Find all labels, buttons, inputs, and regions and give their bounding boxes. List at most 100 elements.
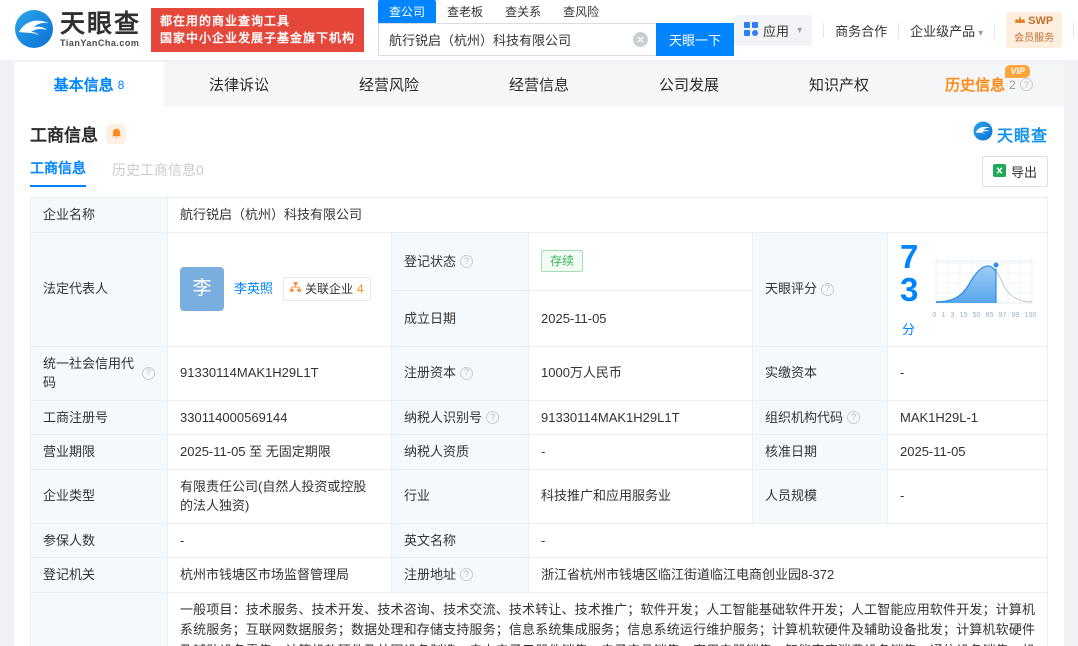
field-label: 组织机构代码? [752,399,888,435]
business-scope-value: 一般项目：技术服务、技术开发、技术咨询、技术交流、技术转让、技术推广；软件开发；… [167,591,1048,646]
registration-status-value: 存续 [528,231,753,292]
company-name-value: 航行锐启（杭州）科技有限公司 [167,197,1048,233]
approval-date-value: 2025-11-05 [887,434,1048,470]
table-row: 法定代表人 李 李英照 关联企业 4 登记状态? 存续 天眼评分? 73分 0 … [30,231,1048,347]
business-term-value: 2025-11-05 至 无固定期限 [167,434,392,470]
subscribe-bell-icon[interactable] [106,123,126,144]
field-label: 天眼评分? [752,231,888,347]
top-menu: 应用 ▾ 商务合作 企业级产品▾ SWP 会员服务 此处有... ▾ [734,11,1078,49]
field-label: 登记状态? [391,231,529,292]
field-label: 登记机关 [30,557,168,593]
score-value: 73分 [900,237,919,337]
excel-icon [992,163,1006,180]
tab-basic-info[interactable]: 基本信息 8 [14,62,164,107]
help-icon[interactable]: ? [142,366,155,380]
org-chart-icon [290,280,302,298]
taxpayer-id-value: 91330114MAK1H29L1T [528,399,753,435]
field-label: 工商注册号 [30,399,168,435]
logo-name: 天眼查 [60,10,142,38]
brand-slogan: 都在用的商业查询工具 国家中小企业发展子基金旗下机构 [151,7,365,53]
help-icon[interactable]: ? [847,410,861,424]
table-row: 参保人数 - 英文名称 - [30,522,1048,558]
taxpayer-qualification-value: - [528,434,753,470]
help-icon[interactable]: ? [460,254,474,268]
divider [994,22,996,38]
business-cooperation-link[interactable]: 商务合作 [835,21,887,40]
field-label: 法定代表人 [30,231,168,347]
search-tab-risk[interactable]: 查风险 [552,0,610,23]
org-code-value: MAK1H29L-1 [887,399,1048,435]
clear-search-icon[interactable] [633,32,649,47]
field-label: 核准日期 [752,434,888,470]
vip-badge: VIP [1005,65,1030,78]
field-label: 英文名称 [391,522,529,558]
help-icon[interactable]: ? [460,568,474,582]
apps-menu-button[interactable]: 应用 ▾ [734,14,813,46]
divider [898,22,900,38]
export-button[interactable]: 导出 [981,156,1048,187]
logo-domain: TianYanCha.com [60,38,140,48]
table-row: 工商注册号 330114000569144 纳税人识别号? 91330114MA… [30,399,1048,435]
company-section-tabs: 基本信息 8 法律诉讼 经营风险 经营信息 公司发展 知识产权 VIP 历史信息 2… [14,62,1064,107]
crown-icon [1015,15,1026,29]
paid-capital-value: - [887,345,1048,401]
field-label: 企业名称 [30,197,168,233]
tianyancha-wave-icon [14,9,54,52]
table-row: 统一社会信用代码? 91330114MAK1H29L1T 注册资本? 1000万… [30,345,1048,401]
tab-legal-litigation[interactable]: 法律诉讼 [164,62,314,107]
apps-label: 应用 [763,23,790,39]
legal-representative-cell: 李 李英照 关联企业 4 [167,231,392,347]
status-badge: 存续 [541,250,584,273]
registered-capital-value: 1000万人民币 [528,345,753,401]
search-tab-company[interactable]: 查公司 [378,0,437,23]
subtab-business-info[interactable]: 工商信息 [30,158,86,187]
tab-company-development[interactable]: 公司发展 [614,62,764,107]
divider [1073,22,1075,38]
field-label: 注册资本? [391,345,529,401]
help-icon[interactable]: ? [460,366,474,380]
field-label: 成立日期 [391,290,529,347]
field-label: 营业期限 [30,434,168,470]
tianyancha-logo[interactable]: 天眼查 TianYanCha.com [14,9,141,52]
field-label: 实缴资本 [752,345,888,401]
registered-address-value: 浙江省杭州市钱塘区临江街道临江电商创业园8-372 [528,557,1048,593]
avatar[interactable]: 李 [180,267,224,311]
table-row: 经营范围? 一般项目：技术服务、技术开发、技术咨询、技术交流、技术转让、技术推广… [30,591,1048,646]
help-icon[interactable]: ? [486,410,500,424]
chevron-down-icon: ▾ [797,24,803,36]
help-icon[interactable]: ? [1019,78,1033,91]
slogan-line1: 都在用的商业查询工具 [160,13,291,28]
tab-operation-info[interactable]: 经营信息 [464,62,614,107]
tab-count: 2 [1009,77,1016,92]
score-marker-pin [992,261,1000,269]
help-icon[interactable]: ? [821,282,835,296]
tab-operation-risk[interactable]: 经营风险 [314,62,464,107]
registration-number-value: 330114000569144 [167,399,392,435]
field-label: 注册地址? [391,557,529,593]
tab-intellectual-property[interactable]: 知识产权 [764,62,914,107]
staff-size-value: - [887,468,1048,524]
table-row: 营业期限 2025-11-05 至 无固定期限 纳税人资质 - 核准日期 202… [30,434,1048,470]
legal-representative-link[interactable]: 李英照 [234,279,273,299]
industry-value: 科技推广和应用服务业 [528,468,753,524]
business-info-card: 工商信息 天眼查 工商信息 历史工商信息0 导出 企业名称 航行锐启（杭州）科技… [14,107,1064,646]
field-label: 经营范围? [30,591,168,646]
company-type-value: 有限责任公司(自然人投资或控股的法人独资) [167,468,392,524]
table-row: 企业名称 航行锐启（杭州）科技有限公司 [30,197,1048,233]
score-chart-ticks: 0 1 3 15 50 85 97 99 100 [932,311,1037,319]
vip-membership-button[interactable]: SWP 会员服务 [1006,11,1063,49]
search-button[interactable]: 天眼一下 [656,23,735,56]
enterprise-products-link[interactable]: 企业级产品 ▾ [910,21,983,40]
english-name-value: - [528,522,1048,558]
tab-history-info[interactable]: VIP 历史信息 2 ? [914,62,1064,107]
search-tab-relation[interactable]: 查关系 [494,0,552,23]
slogan-line2: 国家中小企业发展子基金旗下机构 [160,31,356,45]
watermark-logo: 天眼查 [973,121,1048,146]
table-row: 企业类型 有限责任公司(自然人投资或控股的法人独资) 行业 科技推广和应用服务业… [30,468,1048,524]
related-companies-badge[interactable]: 关联企业 4 [283,277,371,301]
search-box: 查公司 查老板 查关系 查风险 天眼一下 [378,0,735,56]
subtab-history-business-info[interactable]: 历史工商信息0 [112,160,204,187]
business-info-table: 企业名称 航行锐启（杭州）科技有限公司 法定代表人 李 李英照 关联企业 4 登… [30,197,1048,646]
search-tab-boss[interactable]: 查老板 [436,0,494,23]
search-input[interactable] [378,23,657,56]
